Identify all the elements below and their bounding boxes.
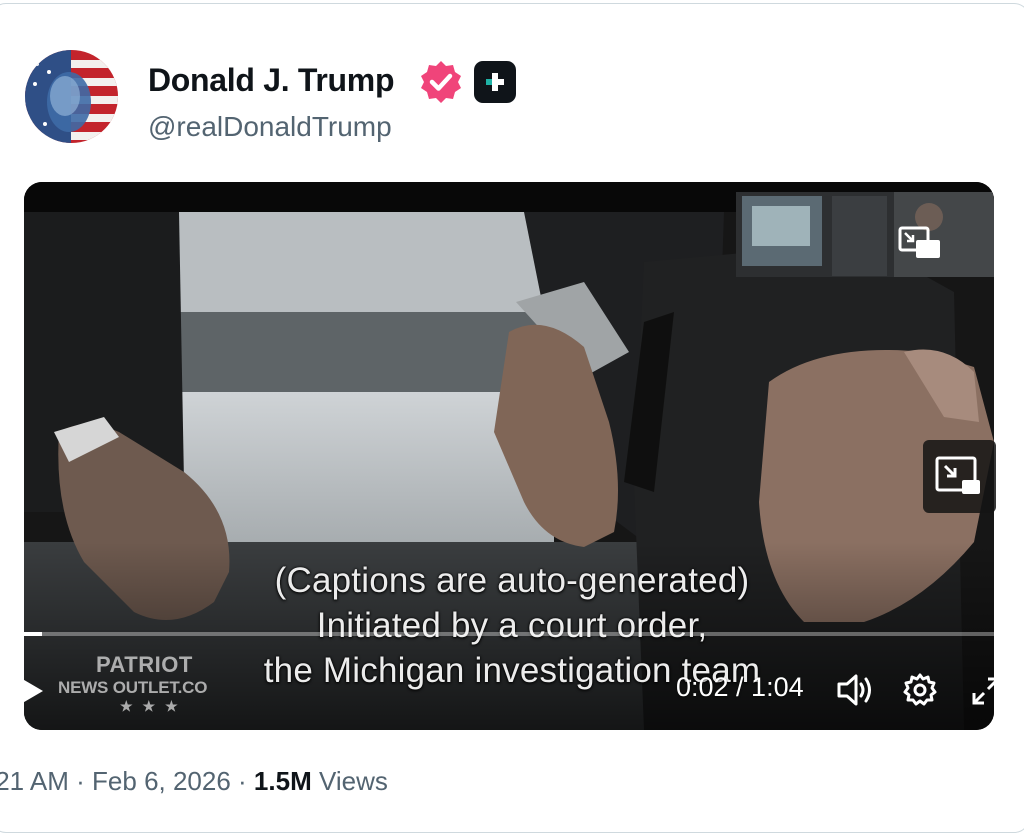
verified-badge-icon[interactable] [418,59,464,105]
avatar[interactable] [25,50,118,143]
author-handle[interactable]: @realDonaldTrump [148,111,392,143]
affiliation-badge-icon[interactable] [474,61,516,103]
author-name[interactable]: Donald J. Trump [148,62,395,99]
picture-in-picture-icon [935,456,980,494]
video-player[interactable] [24,182,994,730]
picture-in-picture-icon[interactable] [896,222,944,266]
settings-icon[interactable] [903,673,937,707]
picture-in-picture-button[interactable] [923,440,996,513]
video-time-display: 0:02 / 1:04 [676,672,804,702]
watermark-stars: ★★★ [120,698,188,714]
fullscreen-icon[interactable] [970,675,1002,707]
post-metadata: :21 AM · Feb 6, 2026 · 1.5M Views [0,766,388,797]
video-watermark: PATRIOT NEWS OUTLET.CO ★★★ [58,652,207,715]
views-count: 1.5M [253,766,312,796]
video-frame [24,182,994,730]
watermark-text: PATRIOT [96,652,193,677]
video-progress-bar[interactable] [0,632,1024,636]
views-label: Views [311,766,388,796]
avatar-image [25,50,118,143]
play-icon[interactable] [16,675,46,707]
video-progress-fill [0,632,42,636]
post-timestamp[interactable]: :21 AM · Feb 6, 2026 · [0,766,254,796]
volume-icon[interactable] [836,673,874,707]
watermark-text: NEWS OUTLET.CO [58,678,208,697]
